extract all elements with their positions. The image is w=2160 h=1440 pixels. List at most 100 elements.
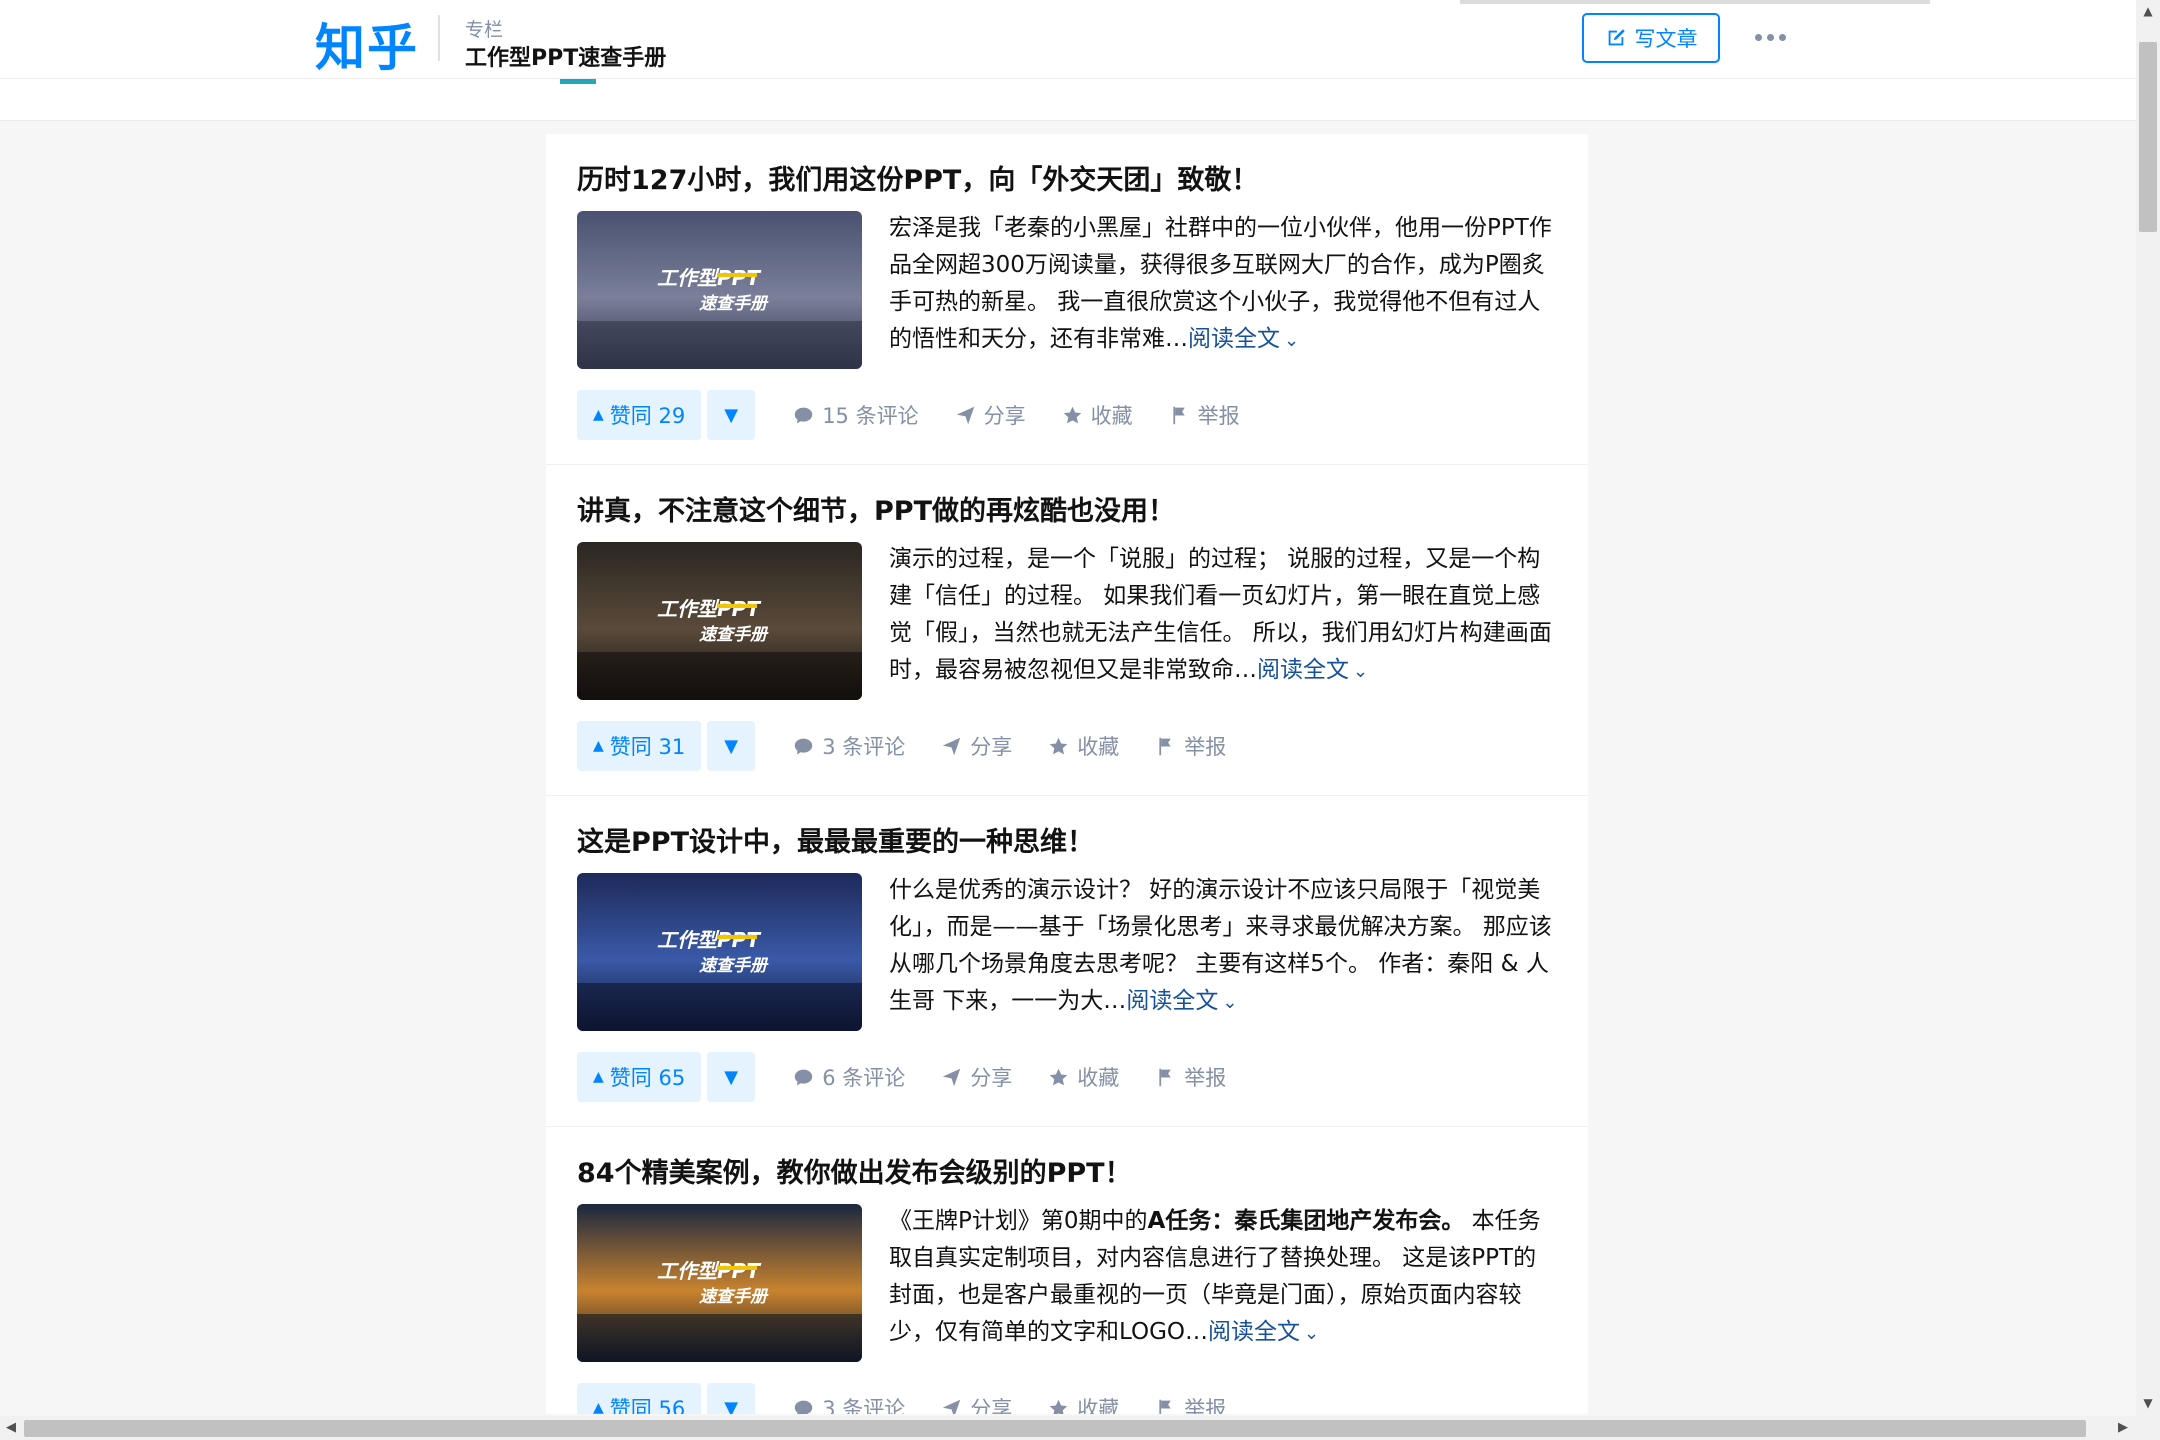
thumb-caption-line2: 速查手册 — [699, 625, 769, 645]
chevron-down-icon[interactable]: ⌄ — [1222, 984, 1237, 1021]
chevron-down-icon[interactable]: ⌄ — [1353, 653, 1368, 690]
thumb-caption-line1: 工作型PPT — [657, 928, 761, 952]
flag-icon — [1172, 406, 1185, 424]
article-card: 这是PPT设计中，最最最重要的一种思维！ 工作型PPT 速查手册 什么是优秀的演… — [546, 796, 1588, 1127]
comments-button[interactable]: 6 条评论 — [793, 1062, 905, 1092]
favorite-label: 收藏 — [1077, 1066, 1120, 1090]
vertical-scroll-thumb[interactable] — [2139, 42, 2157, 232]
chevron-down-icon[interactable]: ⌄ — [1304, 1315, 1319, 1352]
article-title[interactable]: 历时127小时，我们用这份PPT，向「外交天团」致敬！ — [577, 158, 1258, 197]
article-title[interactable]: 这是PPT设计中，最最最重要的一种思维！ — [577, 820, 1094, 859]
flag-icon — [1159, 1399, 1171, 1414]
comment-icon — [794, 407, 813, 423]
comments-button[interactable]: 3 条评论 — [793, 1393, 905, 1414]
upvote-button[interactable]: ▲ 赞同 31 — [577, 721, 702, 771]
article-thumbnail[interactable]: 工作型PPT 速查手册 — [577, 873, 862, 1031]
star-icon — [1063, 406, 1081, 423]
scroll-up-arrow-icon[interactable]: ▲ — [2142, 5, 2154, 17]
favorite-label: 收藏 — [1077, 735, 1120, 759]
article-thumbnail[interactable]: 工作型PPT 速查手册 — [577, 542, 862, 700]
horizontal-scroll-thumb[interactable] — [24, 1420, 2086, 1437]
article-list: 历时127小时，我们用这份PPT，向「外交天团」致敬！ 工作型PPT 速查手册 … — [546, 134, 1588, 1414]
favorite-button[interactable]: 收藏 — [1048, 731, 1119, 761]
thumbnail-image: 工作型PPT 速查手册 — [577, 211, 862, 369]
search-dropdown-edge — [1460, 0, 1930, 4]
report-label: 举报 — [1197, 404, 1240, 428]
comment-icon — [794, 738, 813, 754]
edit-icon — [1608, 29, 1625, 46]
downvote-button[interactable]: ▼ — [707, 390, 756, 440]
comments-button[interactable]: 15 条评论 — [793, 400, 919, 430]
share-label: 分享 — [970, 1397, 1013, 1414]
share-button[interactable]: 分享 — [955, 400, 1026, 430]
article-card: 讲真，不注意这个细节，PPT做的再炫酷也没用！ 工作型PPT 速查手册 演示的过… — [546, 465, 1588, 796]
chevron-down-icon[interactable]: ⌄ — [1284, 322, 1299, 359]
article-card: 历时127小时，我们用这份PPT，向「外交天团」致敬！ 工作型PPT 速查手册 … — [546, 134, 1588, 465]
report-button[interactable]: 举报 — [1155, 731, 1226, 761]
triangle-up-icon: ▲ — [593, 738, 604, 754]
write-article-button[interactable]: 写文章 — [1582, 13, 1720, 63]
horizontal-scrollbar[interactable]: ◀ ▶ — [0, 1416, 2160, 1440]
article-card: 84个精美案例，教你做出发布会级别的PPT！ 工作型PPT 速查手册 《王牌P计… — [546, 1127, 1588, 1414]
report-label: 举报 — [1184, 1066, 1227, 1090]
share-icon — [942, 1399, 961, 1414]
report-button[interactable]: 举报 — [1155, 1393, 1226, 1414]
write-article-label: 写文章 — [1634, 27, 1698, 51]
share-button[interactable]: 分享 — [941, 731, 1012, 761]
article-actions: ▲ 赞同 31 ▼ 3 条评论 分享 收藏 举报 — [577, 721, 1226, 771]
favorite-button[interactable]: 收藏 — [1048, 1062, 1119, 1092]
more-dot-icon — [1754, 33, 1762, 41]
article-excerpt: 演示的过程，是一个「说服」的过程； 说服的过程，又是一个构建「信任」的过程。 如… — [889, 541, 1559, 690]
upvote-button[interactable]: ▲ 赞同 65 — [577, 1052, 702, 1102]
thumbnail-image: 工作型PPT 速查手册 — [577, 873, 862, 1031]
share-button[interactable]: 分享 — [941, 1393, 1012, 1414]
article-thumbnail[interactable]: 工作型PPT 速查手册 — [577, 1204, 862, 1362]
column-tag[interactable]: 专栏 — [465, 15, 503, 42]
article-thumbnail[interactable]: 工作型PPT 速查手册 — [577, 211, 862, 369]
downvote-button[interactable]: ▼ — [707, 1052, 756, 1102]
comment-icon — [794, 1400, 813, 1414]
triangle-down-icon: ▼ — [724, 735, 739, 757]
read-more-link[interactable]: 阅读全文 — [1208, 1319, 1300, 1345]
comment-icon — [794, 1069, 813, 1085]
triangle-up-icon: ▲ — [593, 1400, 604, 1414]
downvote-button[interactable]: ▼ — [707, 1383, 756, 1414]
column-name[interactable]: 工作型PPT速查手册 — [465, 40, 666, 72]
upvote-label: 赞同 65 — [609, 1066, 686, 1090]
article-excerpt-text: 什么是优秀的演示设计？ 好的演示设计不应该只局限于「视觉美化」，而是——基于「场… — [889, 877, 1552, 1014]
triangle-down-icon: ▼ — [724, 404, 739, 426]
read-more-link[interactable]: 阅读全文 — [1257, 657, 1349, 683]
report-label: 举报 — [1184, 735, 1227, 759]
scroll-down-arrow-icon[interactable]: ▼ — [2142, 1397, 2154, 1409]
thumb-caption-line2: 速查手册 — [699, 1287, 769, 1307]
thumb-caption-line2: 速查手册 — [699, 956, 769, 976]
vertical-scrollbar[interactable]: ▲ ▼ — [2136, 0, 2160, 1416]
star-icon — [1049, 737, 1068, 754]
scroll-right-arrow-icon[interactable]: ▶ — [2118, 1420, 2128, 1435]
excerpt-segment: 《王牌P计划》第0期中的 — [889, 1208, 1148, 1234]
article-excerpt: 宏泽是我「老秦的小黑屋」社群中的一位小伙伴，他用一份PPT作品全网超300万阅读… — [889, 210, 1559, 359]
comments-count: 15 条评论 — [822, 404, 919, 428]
column-subbar — [0, 79, 2136, 121]
more-dot-icon — [1766, 33, 1774, 41]
article-excerpt: 《王牌P计划》第0期中的A任务：秦氏集团地产发布会。 本任务取自真实定制项目，对… — [889, 1203, 1559, 1352]
article-actions: ▲ 赞同 65 ▼ 6 条评论 分享 收藏 举报 — [577, 1052, 1226, 1102]
downvote-button[interactable]: ▼ — [707, 721, 756, 771]
favorite-button[interactable]: 收藏 — [1062, 400, 1133, 430]
scroll-left-arrow-icon[interactable]: ◀ — [6, 1420, 16, 1435]
zhihu-logo[interactable]: 知乎 — [315, 8, 419, 80]
read-more-link[interactable]: 阅读全文 — [1126, 988, 1218, 1014]
favorite-button[interactable]: 收藏 — [1048, 1393, 1119, 1414]
upvote-button[interactable]: ▲ 赞同 56 — [577, 1383, 702, 1414]
upvote-label: 赞同 31 — [609, 735, 686, 759]
share-button[interactable]: 分享 — [941, 1062, 1012, 1092]
article-title[interactable]: 讲真，不注意这个细节，PPT做的再炫酷也没用！ — [577, 489, 1175, 528]
article-title[interactable]: 84个精美案例，教你做出发布会级别的PPT！ — [577, 1151, 1132, 1190]
comments-button[interactable]: 3 条评论 — [793, 731, 905, 761]
read-more-link[interactable]: 阅读全文 — [1188, 326, 1280, 352]
triangle-up-icon: ▲ — [593, 407, 604, 423]
upvote-button[interactable]: ▲ 赞同 29 — [577, 390, 702, 440]
more-options-button[interactable] — [1752, 22, 1788, 52]
report-button[interactable]: 举报 — [1155, 1062, 1226, 1092]
report-button[interactable]: 举报 — [1169, 400, 1240, 430]
